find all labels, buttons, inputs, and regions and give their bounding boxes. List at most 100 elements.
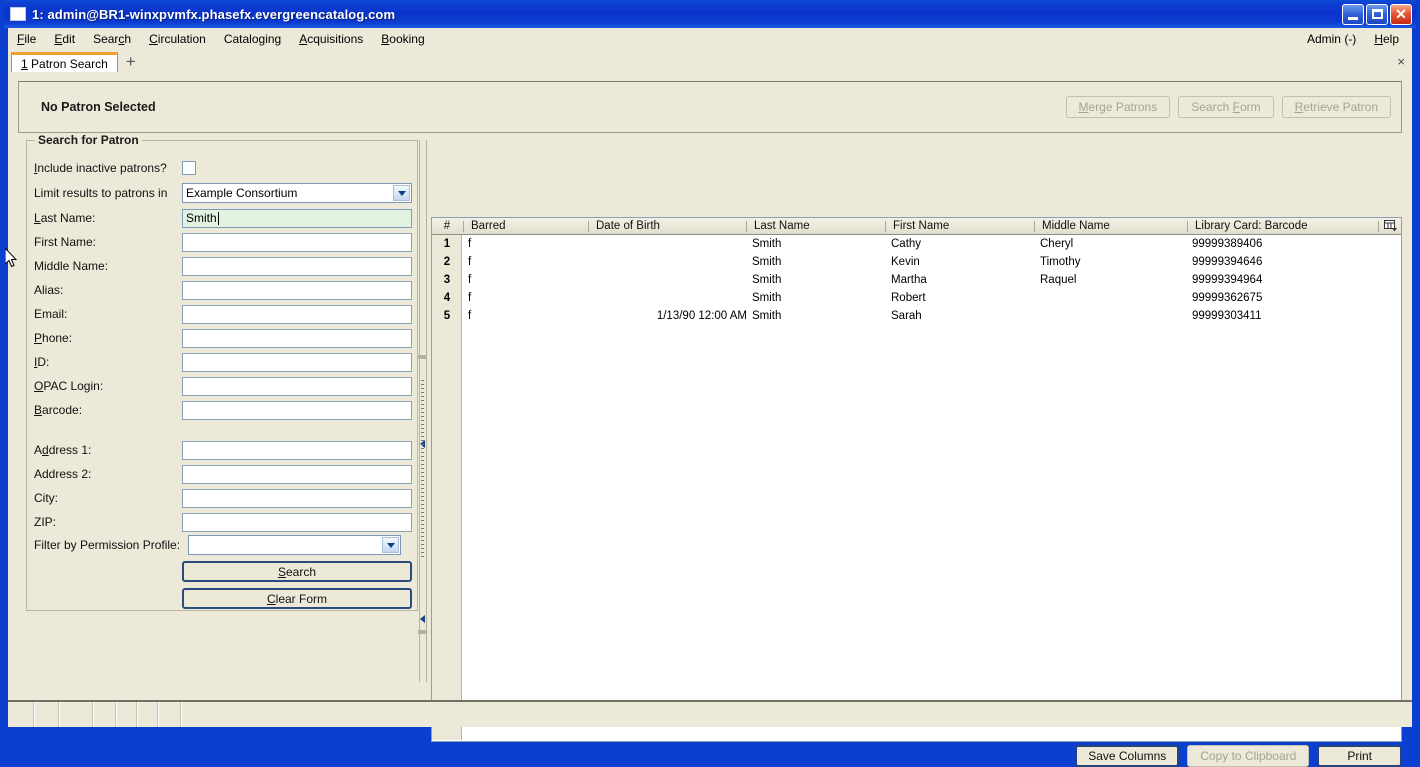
- column-header-middle-name[interactable]: Middle Name: [1036, 218, 1186, 234]
- close-button[interactable]: ✕: [1390, 3, 1412, 25]
- table-row[interactable]: 2 f Smith Kevin Timothy 99999394646: [432, 253, 1401, 271]
- tab-close-icon[interactable]: ×: [1397, 54, 1412, 69]
- table-row[interactable]: 4 f Smith Robert 99999362675: [432, 289, 1401, 307]
- column-header-barred[interactable]: Barred: [465, 218, 587, 234]
- field-id: ID:: [34, 351, 412, 373]
- cell-dob: 1/13/90 12:00 AM: [656, 310, 747, 322]
- field-opac-login: OPAC Login:: [34, 375, 412, 397]
- cell-barred: f: [468, 238, 472, 250]
- merge-patrons-button[interactable]: Merge Patrons: [1065, 96, 1171, 118]
- cell-middle: Cheryl: [1040, 238, 1074, 250]
- cell-last: Smith: [752, 274, 782, 286]
- patron-status-text: No Patron Selected: [41, 100, 156, 114]
- table-row[interactable]: 1 f Smith Cathy Cheryl 99999389406: [432, 235, 1401, 253]
- column-header-num[interactable]: #: [432, 218, 462, 234]
- zip-label: ZIP:: [34, 515, 57, 529]
- print-button[interactable]: Print: [1317, 745, 1402, 767]
- permission-profile-select[interactable]: [188, 535, 401, 555]
- new-tab-button[interactable]: +: [118, 53, 144, 71]
- menu-edit[interactable]: Edit: [45, 30, 84, 48]
- clear-form-button[interactable]: Clear Form: [182, 588, 412, 609]
- cell-dob: [572, 235, 747, 253]
- status-segment-5: [117, 702, 138, 727]
- col-sep-3[interactable]: [746, 221, 747, 232]
- table-row[interactable]: 5 f 1/13/90 12:00 AM Smith Sarah 99999303411: [432, 307, 1401, 325]
- email-input[interactable]: [182, 304, 412, 324]
- opac-login-label: OPAC Login:: [34, 379, 104, 393]
- content-area: No Patron Selected Merge Patrons Search …: [8, 72, 1412, 767]
- cell-last: Smith: [752, 310, 782, 322]
- splitter-handle-bottom: [418, 630, 427, 634]
- limit-results-select[interactable]: Example Consortium: [182, 183, 412, 203]
- address-2-input[interactable]: [182, 464, 412, 484]
- splitter-line-right: [426, 140, 427, 682]
- column-header-first-name[interactable]: First Name: [887, 218, 1032, 234]
- column-header-dob[interactable]: Date of Birth: [590, 218, 745, 234]
- id-input[interactable]: [182, 352, 412, 372]
- field-first-name: First Name:: [34, 231, 412, 253]
- field-permission-profile: Filter by Permission Profile:: [34, 533, 412, 557]
- tab-patron-search[interactable]: 1 Patron Search: [11, 52, 118, 73]
- col-sep-1[interactable]: [463, 221, 464, 232]
- search-for-patron-group: Search for Patron Include inactive patro…: [26, 133, 418, 611]
- opac-login-input[interactable]: [182, 376, 412, 396]
- cell-barcode: 99999362675: [1192, 292, 1263, 304]
- cell-barred: f: [468, 292, 472, 304]
- menu-help[interactable]: Help: [1365, 30, 1408, 48]
- column-header-last-name[interactable]: Last Name: [748, 218, 884, 234]
- field-include-inactive: Include inactive patrons?: [34, 157, 412, 179]
- tab-bar: 1 Patron Search + ×: [8, 50, 1412, 73]
- first-name-input[interactable]: [182, 232, 412, 252]
- address-1-input[interactable]: [182, 440, 412, 460]
- results-table-header: # Barred Date of Birth Last Name First N…: [432, 218, 1401, 235]
- save-columns-button[interactable]: Save Columns: [1075, 745, 1180, 767]
- address-1-label: Address 1:: [34, 443, 92, 457]
- column-picker-icon[interactable]: [1383, 219, 1399, 233]
- last-name-input[interactable]: Smith: [182, 208, 412, 228]
- cell-first: Kevin: [891, 256, 920, 268]
- field-phone: Phone:: [34, 327, 412, 349]
- menu-search[interactable]: Search: [84, 30, 140, 48]
- minimize-button[interactable]: [1342, 3, 1364, 25]
- title-bar: 1: admin@BR1-winxpvmfx.phasefx.evergreen…: [4, 0, 1416, 28]
- zip-input[interactable]: [182, 512, 412, 532]
- splitter-collapse-left-icon-2[interactable]: [420, 615, 426, 623]
- col-sep-6[interactable]: [1187, 221, 1188, 232]
- menu-bar: File Edit Search Circulation Cataloging …: [8, 28, 1412, 51]
- menu-circulation[interactable]: Circulation: [140, 30, 215, 48]
- status-segment-6: [138, 702, 159, 727]
- search-form-button[interactable]: Search Form: [1178, 96, 1274, 118]
- include-inactive-checkbox[interactable]: [182, 161, 196, 175]
- menu-acquisitions[interactable]: Acquisitions: [290, 30, 372, 48]
- menu-file[interactable]: File: [8, 30, 45, 48]
- cell-num: 5: [443, 310, 451, 322]
- pane-splitter[interactable]: [416, 140, 430, 682]
- chevron-down-icon-2: [382, 537, 399, 553]
- patron-action-buttons: Merge Patrons Search Form Retrieve Patro…: [1065, 96, 1401, 118]
- menu-cataloging[interactable]: Cataloging: [215, 30, 290, 48]
- results-action-buttons: Save Columns Copy to Clipboard Print: [1075, 745, 1402, 767]
- table-row[interactable]: 3 f Smith Martha Raquel 99999394964: [432, 271, 1401, 289]
- column-header-barcode[interactable]: Library Card: Barcode: [1189, 218, 1389, 234]
- maximize-button[interactable]: [1366, 3, 1388, 25]
- search-button[interactable]: Search: [182, 561, 412, 582]
- copy-to-clipboard-button[interactable]: Copy to Clipboard: [1187, 745, 1310, 767]
- col-sep-2[interactable]: [588, 221, 589, 232]
- mouse-cursor: [5, 248, 18, 268]
- alias-input[interactable]: [182, 280, 412, 300]
- phone-input[interactable]: [182, 328, 412, 348]
- include-inactive-label: Include inactive patrons?: [34, 161, 167, 175]
- splitter-line-left: [419, 140, 420, 682]
- col-sep-7[interactable]: [1378, 221, 1379, 232]
- menu-admin[interactable]: Admin (-): [1298, 30, 1365, 48]
- cell-barred: f: [468, 310, 472, 322]
- city-input[interactable]: [182, 488, 412, 508]
- col-sep-5[interactable]: [1034, 221, 1035, 232]
- col-sep-4[interactable]: [885, 221, 886, 232]
- middle-name-input[interactable]: [182, 256, 412, 276]
- retrieve-patron-button[interactable]: Retrieve Patron: [1281, 96, 1391, 118]
- search-group-legend: Search for Patron: [35, 133, 142, 147]
- barcode-input[interactable]: [182, 400, 412, 420]
- menu-booking[interactable]: Booking: [372, 30, 433, 48]
- field-address-1: Address 1:: [34, 439, 412, 461]
